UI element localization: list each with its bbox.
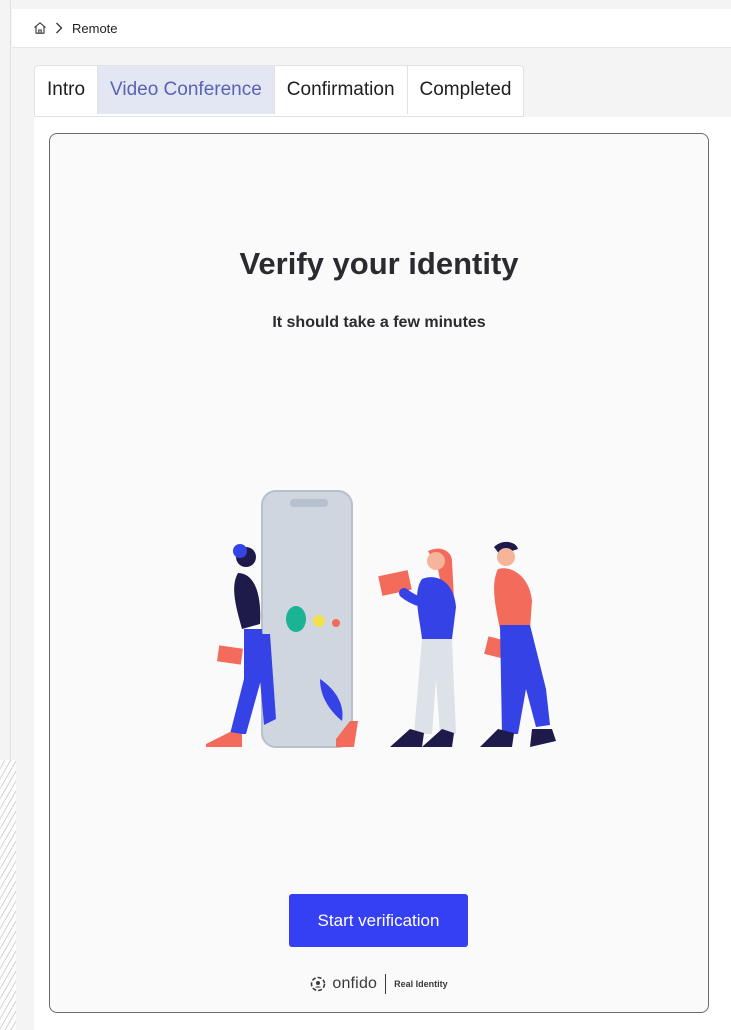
decorative-hatching: [0, 760, 16, 1030]
verification-card: Verify your identity It should take a fe…: [49, 133, 709, 1013]
identity-verification-illustration: [206, 490, 556, 748]
onfido-logo-icon: [311, 976, 326, 992]
brand-divider: [385, 974, 387, 994]
brand-footer: onfido Real Identity: [50, 974, 708, 994]
brand-tagline: Real Identity: [394, 979, 448, 989]
brand-name: onfido: [332, 975, 378, 992]
tab-video-conference[interactable]: Video Conference: [98, 66, 275, 114]
chevron-right-icon: [54, 21, 66, 35]
tab-intro[interactable]: Intro: [35, 66, 99, 114]
tab-confirmation[interactable]: Confirmation: [275, 66, 408, 114]
page: Remote Intro Video Conference Confirmati…: [0, 0, 731, 1030]
card-subtitle: It should take a few minutes: [272, 314, 486, 331]
breadcrumb-current[interactable]: Remote: [72, 21, 118, 36]
tab-completed[interactable]: Completed: [408, 66, 524, 114]
content-panel: Verify your identity It should take a fe…: [34, 117, 731, 1030]
phone-illustration: [261, 490, 353, 748]
tab-bar: Intro Video Conference Confirmation Comp…: [34, 65, 525, 117]
person-right: [480, 541, 556, 747]
person-middle: [378, 548, 456, 747]
card-title: Verify your identity: [239, 246, 519, 281]
start-verification-button[interactable]: Start verification: [289, 894, 468, 947]
breadcrumb: Remote: [12, 9, 731, 48]
home-icon[interactable]: [32, 20, 48, 36]
